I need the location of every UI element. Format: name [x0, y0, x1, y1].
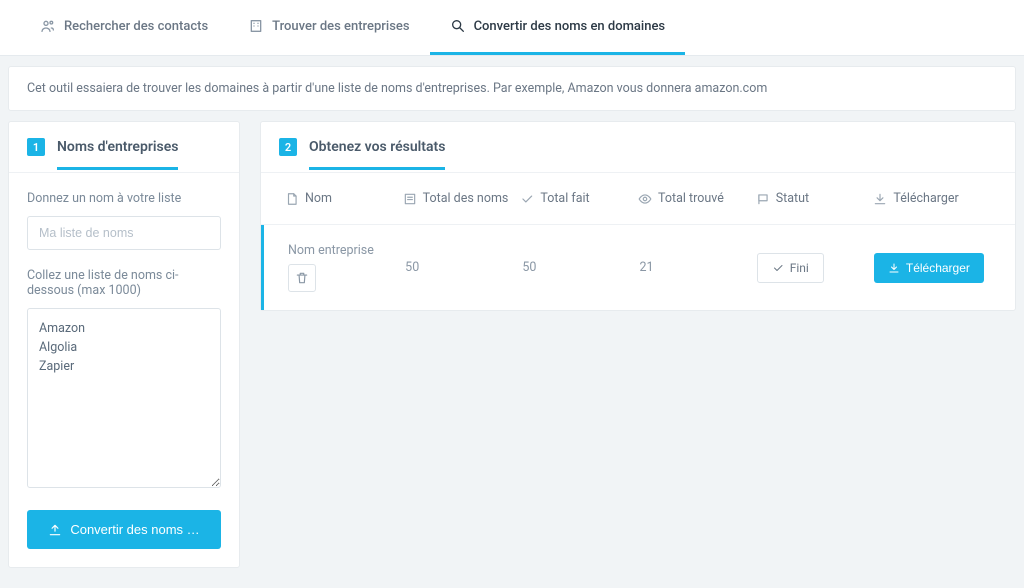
td-total-names: 50: [405, 260, 522, 275]
tab-convert-domains[interactable]: Convertir des noms en domaines: [430, 0, 686, 55]
step2-card: 2 Obtenez vos résultats Nom Total des no…: [260, 121, 1016, 311]
list-name-input[interactable]: [27, 216, 221, 250]
td-status: Fini: [757, 253, 874, 283]
download-button[interactable]: Télécharger: [874, 253, 984, 283]
th-total-done: Total fait: [520, 191, 638, 206]
users-icon: [40, 18, 56, 34]
tab-label: Convertir des noms en domaines: [474, 19, 666, 34]
table-row: Nom entreprise 50 50 21 Fini Télécharger: [261, 225, 1015, 310]
step2-title: Obtenez vos résultats: [309, 139, 445, 170]
check-icon: [520, 192, 534, 206]
eye-icon: [638, 192, 652, 206]
flag-icon: [756, 192, 770, 206]
step-badge-2: 2: [279, 138, 297, 156]
tab-label: Trouver des entreprises: [272, 19, 409, 34]
names-textarea[interactable]: [27, 308, 221, 488]
th-total-found: Total trouvé: [638, 191, 756, 206]
convert-button-label: Convertir des noms …: [70, 522, 199, 537]
file-icon: [285, 192, 299, 206]
row-name: Nom entreprise: [288, 243, 405, 258]
download-icon: [888, 262, 900, 274]
th-status: Statut: [756, 191, 874, 206]
tab-label: Rechercher des contacts: [64, 19, 208, 34]
list-name-label: Donnez un nom à votre liste: [27, 191, 221, 206]
td-total-found: 21: [640, 260, 757, 275]
trash-icon: [295, 271, 309, 285]
td-name: Nom entreprise: [288, 243, 405, 292]
results-table: Nom Total des noms Total fait Total trou…: [261, 173, 1015, 310]
status-badge: Fini: [757, 253, 824, 283]
top-tabs: Rechercher des contacts Trouver des entr…: [0, 0, 1024, 56]
building-icon: [248, 18, 264, 34]
convert-button[interactable]: Convertir des noms …: [27, 510, 221, 549]
list-icon: [403, 192, 417, 206]
th-download: Télécharger: [873, 191, 991, 206]
td-total-done: 50: [522, 260, 639, 275]
info-banner: Cet outil essaiera de trouver les domain…: [8, 66, 1016, 111]
table-header: Nom Total des noms Total fait Total trou…: [261, 173, 1015, 225]
download-icon: [873, 192, 887, 206]
delete-button[interactable]: [288, 264, 316, 292]
td-download: Télécharger: [874, 253, 991, 283]
th-name: Nom: [285, 191, 403, 206]
step-badge-1: 1: [27, 138, 45, 156]
th-total-names: Total des noms: [403, 191, 521, 206]
step1-card: 1 Noms d'entreprises Donnez un nom à vot…: [8, 121, 240, 568]
check-icon: [772, 262, 784, 274]
paste-label: Collez une liste de noms ci-dessous (max…: [27, 268, 221, 298]
upload-icon: [48, 523, 62, 537]
step1-title: Noms d'entreprises: [57, 139, 178, 170]
tab-search-contacts[interactable]: Rechercher des contacts: [20, 0, 228, 55]
search-icon: [450, 18, 466, 34]
tab-find-companies[interactable]: Trouver des entreprises: [228, 0, 429, 55]
